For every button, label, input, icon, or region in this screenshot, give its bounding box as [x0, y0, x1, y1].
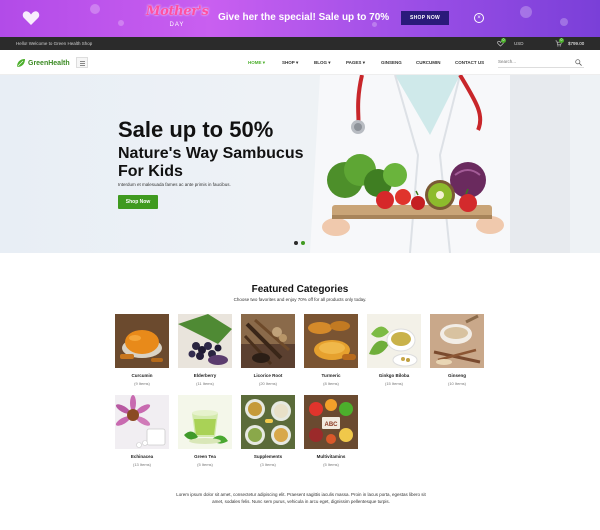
category-card-ginkgo-biloba[interactable]: Ginkgo Biloba (15 Items) [367, 314, 421, 386]
category-count: (8 Items) [323, 381, 339, 386]
bokeh-decoration [520, 6, 532, 18]
chevron-down-icon: ▾ [295, 60, 299, 65]
category-card-licorice-root[interactable]: Licorice Root (20 Items) [241, 314, 295, 386]
turmeric-powder-image [115, 314, 169, 368]
category-count: (11 Items) [196, 381, 214, 386]
category-card-elderberry[interactable]: Elderberry (11 Items) [178, 314, 232, 386]
category-name: Echinacea [130, 454, 154, 459]
category-name: Multivitamins [316, 454, 346, 459]
category-name: Curcumin [131, 373, 153, 378]
category-count: (5 Items) [323, 462, 339, 467]
promo-text: Give her the special! Sale up to 70% [218, 12, 390, 23]
category-count: (20 Items) [258, 381, 277, 386]
nav-item-contact-us[interactable]: CONTACT US [455, 60, 484, 65]
category-count: (5 Items) [197, 462, 213, 467]
site-logo[interactable]: GreenHealth [16, 58, 70, 68]
wishlist-count-badge: 0 [501, 38, 506, 43]
mothers-day-logo-day: DAY [169, 22, 185, 28]
hero-text: Interdum et malesuada fames ac ante prim… [118, 182, 231, 187]
category-count: (15 Items) [384, 381, 403, 386]
category-name: Turmeric [321, 373, 341, 378]
search-input[interactable] [498, 59, 568, 64]
promo-banner: Mother's DAY Give her the special! Sale … [0, 0, 600, 37]
category-name: Licorice Root [253, 373, 283, 378]
green-tea-cup-image [178, 395, 232, 449]
bokeh-decoration [118, 20, 124, 26]
licorice-root-image [241, 314, 295, 368]
slider-dot-active[interactable] [294, 241, 298, 245]
vitamin-letter-tiles: ABC [325, 422, 339, 428]
category-name: Elderberry [193, 373, 217, 378]
slider-dot[interactable] [301, 241, 305, 245]
close-icon[interactable]: × [474, 13, 484, 23]
featured-categories-subtitle: Choose two favorites and enjoy 70% off f… [233, 297, 367, 302]
welcome-message: Hello! Welcome to Green Health Shop [16, 41, 93, 46]
bokeh-decoration [90, 4, 100, 14]
category-card-green-tea[interactable]: Green Tea (5 Items) [178, 395, 232, 467]
ginseng-mortar-image [430, 314, 484, 368]
chevron-down-icon: ▾ [362, 60, 365, 65]
category-card-multivitamins[interactable]: ABC Multivitamins (5 Items) [304, 395, 358, 467]
multivitamin-food-image: ABC [304, 395, 358, 449]
category-card-curcumin[interactable]: Curcumin (9 Items) [115, 314, 169, 386]
category-name: Ginseng [447, 373, 466, 378]
chevron-down-icon: ▾ [262, 60, 266, 65]
main-header: GreenHealth HOME ▾ SHOP ▾ BLOG ▾ PAGES ▾… [0, 50, 600, 75]
nav-item-blog[interactable]: BLOG ▾ [314, 60, 331, 66]
elderberries-image [178, 314, 232, 368]
cart-total[interactable]: $799.00 [568, 41, 584, 46]
nav-item-curcumin[interactable]: CURCUMIN [416, 60, 441, 65]
category-card-supplements[interactable]: Supplements (3 Items) [241, 395, 295, 467]
hero-subheadline: Nature's Way Sambucus For Kids [118, 145, 304, 180]
hero-shop-now-button[interactable]: Shop Now [118, 195, 158, 209]
heart-icon [22, 10, 40, 26]
category-name: Supplements [253, 454, 283, 459]
currency-selector[interactable]: USD [514, 41, 524, 46]
chevron-down-icon: ▾ [328, 60, 331, 65]
brand-name: GreenHealth [28, 59, 70, 67]
hero-headline: Sale up to 50% [118, 117, 274, 142]
category-count: (10 Items) [447, 381, 466, 386]
turmeric-roots-image [304, 314, 358, 368]
bokeh-decoration [560, 18, 568, 26]
featured-categories-title: Featured Categories [251, 284, 349, 295]
intro-paragraph: Lorem ipsum dolor sit amet, consectetur … [176, 492, 426, 504]
category-name: Ginkgo Biloba [378, 373, 410, 378]
ginkgo-leaves-image [367, 314, 421, 368]
echinacea-flower-image [115, 395, 169, 449]
category-card-ginseng[interactable]: Ginseng (10 Items) [430, 314, 484, 386]
category-name: Green Tea [194, 454, 216, 459]
category-count: (3 Items) [260, 462, 276, 467]
promo-shop-now-button[interactable]: SHOP NOW [401, 11, 449, 25]
top-bar: Hello! Welcome to Green Health Shop 0 US… [0, 37, 600, 50]
search-icon[interactable] [575, 59, 582, 66]
category-card-turmeric[interactable]: Turmeric (8 Items) [304, 314, 358, 386]
hero-slider: Sale up to 50% Nature's Way Sambucus For… [0, 75, 600, 253]
nav-item-ginseng[interactable]: GINSENG [381, 60, 402, 65]
category-count: (9 Items) [134, 381, 150, 386]
leaf-icon [17, 59, 25, 67]
category-count: (13 Items) [132, 462, 151, 467]
nav-item-pages[interactable]: PAGES ▾ [346, 60, 365, 66]
cart-count-badge: 0 [559, 38, 564, 43]
doctor-holding-vegetables-image [300, 75, 600, 253]
menu-toggle-button[interactable] [76, 57, 88, 68]
nav-item-home[interactable]: HOME ▾ [248, 60, 265, 66]
nav-item-shop[interactable]: SHOP ▾ [282, 60, 298, 66]
supplement-capsules-image [241, 395, 295, 449]
mothers-day-logo-title: Mother's [146, 4, 209, 19]
search-box [498, 57, 584, 68]
category-card-echinacea[interactable]: Echinacea (13 Items) [115, 395, 169, 467]
